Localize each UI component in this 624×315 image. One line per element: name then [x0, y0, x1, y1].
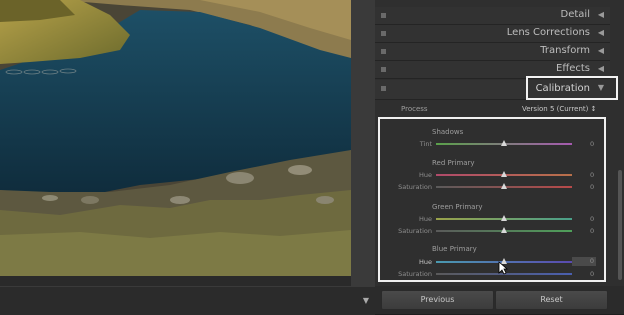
slider-thumb[interactable]	[501, 215, 507, 221]
triangle-down-icon: ▼	[597, 83, 604, 92]
triangle-left-icon: ◀	[597, 10, 604, 19]
section-calibration[interactable]: Calibration ▼	[375, 80, 610, 100]
panel-gutter	[351, 0, 375, 286]
red-saturation-slider[interactable]: Saturation 0	[380, 182, 604, 192]
section-toggle-switch[interactable]	[381, 49, 386, 54]
section-transform[interactable]: Transform ◀	[375, 43, 610, 61]
slider-thumb[interactable]	[501, 171, 507, 177]
shadows-group-title: Shadows	[432, 128, 464, 136]
slider-value[interactable]: 0	[590, 215, 594, 223]
section-toggle-switch[interactable]	[381, 31, 386, 36]
red-primary-group-title: Red Primary	[432, 159, 475, 167]
section-title: Lens Corrections	[506, 27, 590, 38]
slider-value-field[interactable]: 0	[572, 257, 596, 266]
section-effects[interactable]: Effects ◀	[375, 61, 610, 79]
calibration-sliders-box: Shadows Tint 0 Red Primary Hue 0 Saturat…	[378, 117, 606, 282]
triangle-left-icon: ◀	[597, 46, 604, 55]
mouse-cursor-icon	[498, 261, 508, 275]
slider-thumb[interactable]	[501, 140, 507, 146]
reset-button[interactable]: Reset	[495, 290, 608, 310]
blue-primary-group-title: Blue Primary	[432, 245, 477, 253]
slider-value[interactable]: 0	[590, 227, 594, 235]
green-saturation-slider[interactable]: Saturation 0	[380, 226, 604, 236]
slider-label: Hue	[418, 215, 432, 223]
slider-value[interactable]: 0	[590, 183, 594, 191]
section-title: Transform	[540, 45, 590, 56]
slider-label: Hue	[418, 171, 432, 179]
bottom-button-bar: Previous Reset	[375, 286, 624, 314]
toolbar-toggle-icon[interactable]: ▼	[363, 296, 369, 305]
process-version-select[interactable]: Version 5 (Current) ↕	[522, 105, 597, 113]
slider-label: Saturation	[398, 227, 432, 235]
section-toggle-switch[interactable]	[381, 67, 386, 72]
slider-label: Tint	[419, 140, 432, 148]
green-primary-group-title: Green Primary	[432, 203, 483, 211]
section-lens-corrections[interactable]: Lens Corrections ◀	[375, 25, 610, 43]
photo-canvas	[0, 0, 365, 314]
slider-value[interactable]: 0	[590, 171, 594, 179]
slider-label: Hue	[418, 258, 432, 266]
section-toggle-switch[interactable]	[381, 86, 386, 91]
slider-thumb[interactable]	[501, 227, 507, 233]
slider-thumb[interactable]	[501, 183, 507, 189]
panel-scrollbar[interactable]	[618, 170, 622, 280]
shadows-tint-slider[interactable]: Tint 0	[380, 139, 604, 149]
process-row: Process Version 5 (Current) ↕	[375, 102, 610, 116]
section-title: Detail	[560, 9, 590, 20]
slider-value[interactable]: 0	[590, 270, 594, 278]
previous-button[interactable]: Previous	[381, 290, 494, 310]
section-toggle-switch[interactable]	[381, 13, 386, 18]
slider-value[interactable]: 0	[590, 140, 594, 148]
section-title: Effects	[556, 63, 590, 74]
blue-saturation-slider[interactable]: Saturation 0	[380, 269, 604, 279]
landscape-photo	[0, 0, 351, 276]
red-hue-slider[interactable]: Hue 0	[380, 170, 604, 180]
section-detail[interactable]: Detail ◀	[375, 7, 610, 25]
triangle-left-icon: ◀	[597, 28, 604, 37]
green-hue-slider[interactable]: Hue 0	[380, 214, 604, 224]
slider-label: Saturation	[398, 183, 432, 191]
slider-label: Saturation	[398, 270, 432, 278]
section-title: Calibration	[535, 83, 590, 94]
process-label: Process	[401, 105, 428, 113]
toolbar-bar: ▼	[0, 286, 375, 315]
blue-hue-slider[interactable]: Hue 0	[380, 257, 604, 267]
triangle-left-icon: ◀	[597, 64, 604, 73]
